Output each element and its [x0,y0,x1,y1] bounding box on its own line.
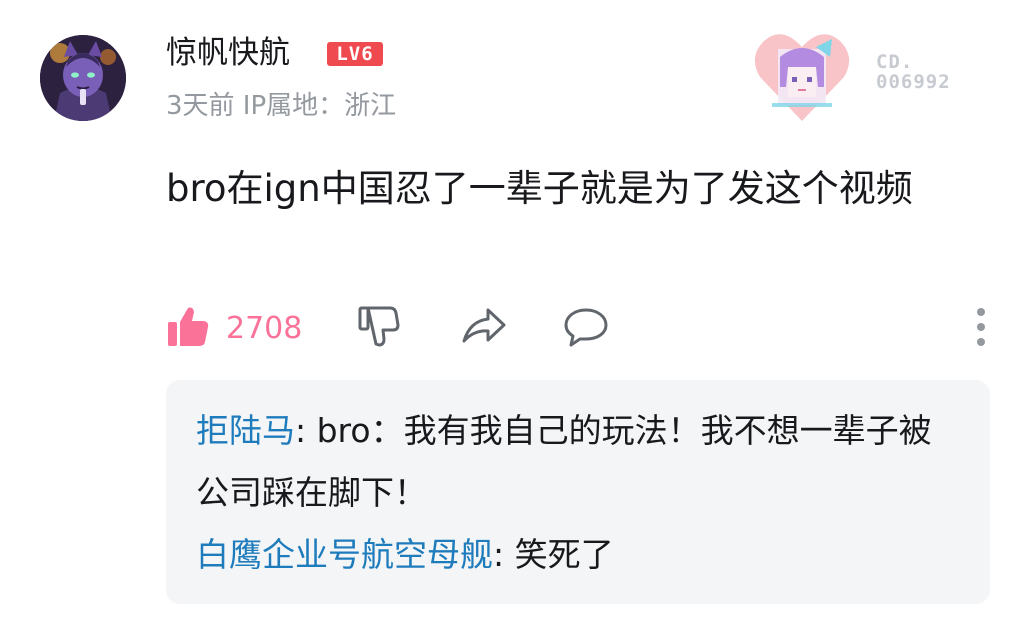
reply-text: 笑死了 [514,535,614,574]
more-options-button[interactable] [976,308,986,353]
comment-meta: 3天前 IP属地：浙江 [166,91,397,121]
avatar[interactable] [40,35,126,121]
reply-author[interactable]: 白鹰企业号航空母舰 [196,535,493,574]
fan-card-badge[interactable] [752,27,852,127]
username[interactable]: 惊帆快航 [166,33,290,73]
comment-action-bar: 2708 [166,304,986,352]
level-badge: LV6 [327,42,383,66]
like-count: 2708 [226,310,303,346]
heart-fan-card-icon [754,34,850,122]
share-button[interactable] [460,304,508,352]
vertical-dots-icon [976,308,986,346]
reply-item[interactable]: 白鹰企业号航空母舰: 笑死了 [196,524,962,586]
reply-author[interactable]: 拒陆马 [196,411,295,450]
thumbs-down-icon [356,303,402,353]
speech-bubble-icon [562,303,610,353]
reply-item[interactable]: 拒陆马: bro：我有我自己的玩法！我不想一辈子被公司踩在脚下！ [196,400,962,524]
reply-separator: : [493,535,515,574]
dislike-button[interactable] [356,304,402,352]
reply-button[interactable] [562,304,610,352]
comment-content: bro在ign中国忍了一辈子就是为了发这个视频 [166,167,913,210]
share-arrow-icon [460,303,508,353]
fan-card-number: CD. 006992 [876,51,951,93]
thumbs-up-icon [166,304,210,352]
reply-separator: : [295,411,317,450]
like-button[interactable]: 2708 [166,304,302,352]
reply-preview-panel[interactable]: 拒陆马: bro：我有我自己的玩法！我不想一辈子被公司踩在脚下！ 白鹰企业号航空… [166,380,990,604]
